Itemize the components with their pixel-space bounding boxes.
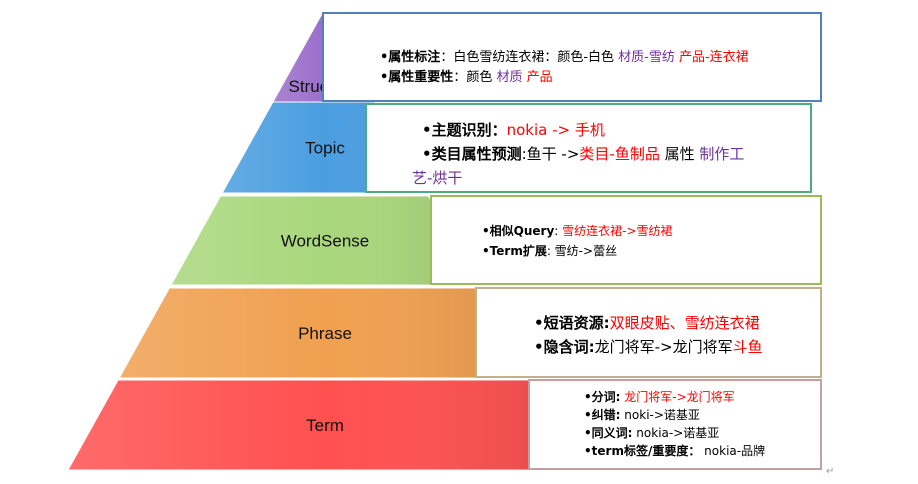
text-segment: 双眼皮贴、雪纺连衣裙 — [609, 314, 760, 332]
description-line: •相似Query: 雪纺连衣裙->雪纺裙 — [482, 222, 673, 239]
text-segment: :鱼干 -> — [521, 145, 580, 163]
text-segment: 材质 — [496, 70, 527, 85]
text-segment: nokia-品牌 — [700, 444, 766, 458]
description-box-wordsense: •相似Query: 雪纺连衣裙->雪纺裙 •Term扩展: 雪纺->蕾丝 — [430, 195, 822, 285]
description-line: •主题识别：nokia -> 手机 — [422, 119, 605, 140]
text-segment: •同义词: — [584, 426, 633, 440]
text-segment: •term标签/重要度： — [584, 444, 701, 458]
text-segment: •短语资源: — [534, 314, 610, 332]
text-segment: •主题识别： — [422, 121, 507, 139]
text-segment: •隐含词: — [534, 338, 595, 356]
description-line: •隐含词:龙门将军->龙门将军斗鱼 — [534, 336, 763, 357]
description-box-topic: •主题识别：nokia -> 手机 •类目属性预测:鱼干 ->类目-鱼制品 属性 … — [365, 103, 812, 193]
description-line: •属性重要性：颜色 材质 产品 — [380, 66, 553, 85]
text-segment: 艺-烘干 — [412, 169, 463, 187]
text-segment: 材质-雪纺 — [618, 50, 679, 65]
text-segment: nokia->诺基亚 — [632, 426, 720, 440]
band-label: Phrase — [298, 324, 352, 343]
description-line: •纠错: noki->诺基亚 — [584, 406, 700, 423]
text-segment: 龙门将军->龙门将军 — [594, 338, 733, 356]
band-label: Term — [306, 416, 344, 435]
text-segment: 产品 — [526, 70, 553, 85]
text-segment: •属性重要性 — [380, 70, 454, 85]
text-segment: 类目-鱼制品 — [579, 145, 660, 163]
text-segment: •分词: — [584, 390, 621, 404]
text-segment: ：颜色 — [453, 70, 497, 85]
text-segment: 产品-连衣裙 — [678, 50, 749, 65]
text-segment: •纠错: — [584, 408, 621, 422]
description-line: •term标签/重要度： nokia-品牌 — [584, 442, 765, 459]
text-segment: 制作工 — [699, 145, 745, 163]
description-line: •分词: 龙门将军->龙门将军 — [584, 388, 735, 405]
text-segment: noki->诺基亚 — [620, 408, 700, 422]
text-segment: 属性 — [659, 145, 700, 163]
description-line: •短语资源:双眼皮贴、雪纺连衣裙 — [534, 312, 760, 333]
text-segment: 雪纺连衣裙->雪纺裙 — [562, 224, 673, 238]
description-line: •Term扩展: 雪纺->蕾丝 — [482, 242, 617, 259]
text-segment: •相似Query — [482, 224, 555, 238]
band-label: WordSense — [281, 232, 370, 251]
description-line: •类目属性预测:鱼干 ->类目-鱼制品 属性 制作工 — [422, 143, 744, 164]
band-label: Topic — [305, 139, 345, 158]
description-line: •属性标注：白色雪纺连衣裙：颜色-白色 材质-雪纺 产品-连衣裙 — [380, 46, 749, 65]
description-box-term: •分词: 龙门将军->龙门将军 •纠错: noki->诺基亚 •同义词: nokia… — [528, 379, 822, 470]
text-segment: nokia -> 手机 — [506, 121, 605, 139]
text-segment: •类目属性预测 — [422, 145, 522, 163]
description-line: 艺-烘干 — [412, 167, 462, 188]
text-segment: •属性标注 — [380, 50, 441, 65]
text-segment: ：白色雪纺连衣裙：颜色-白色 — [440, 50, 619, 65]
text-segment: •Term扩展 — [482, 244, 547, 258]
description-box-structure: •属性标注：白色雪纺连衣裙：颜色-白色 材质-雪纺 产品-连衣裙 •属性重要性：颜… — [322, 12, 822, 102]
text-segment: : 雪纺->蕾丝 — [546, 244, 618, 258]
paragraph-mark: ↵ — [826, 466, 835, 477]
description-line: •同义词: nokia->诺基亚 — [584, 424, 719, 441]
text-segment: 斗鱼 — [732, 338, 763, 356]
text-segment: 龙门将军->龙门将军 — [620, 390, 735, 404]
description-box-phrase: •短语资源:双眼皮贴、雪纺连衣裙 •隐含词:龙门将军->龙门将军斗鱼 — [475, 287, 822, 378]
text-segment: : — [554, 224, 563, 238]
